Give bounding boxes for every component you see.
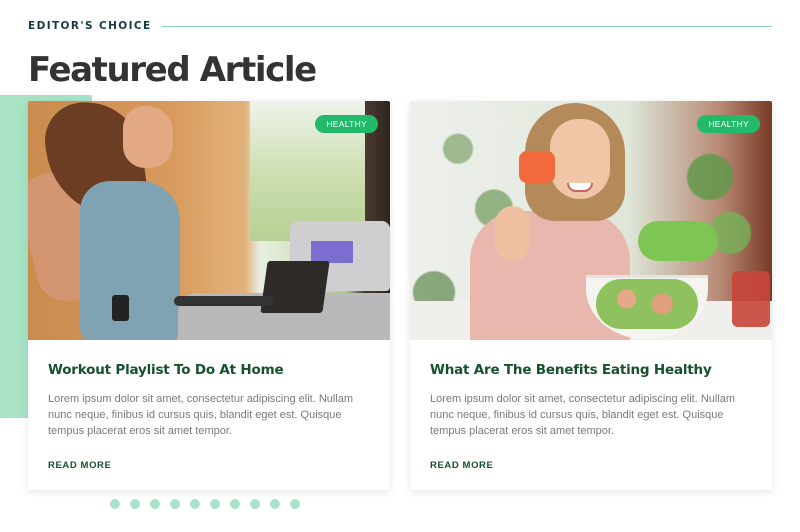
article-image[interactable]: HEALTHY [410,101,772,340]
carousel-dot[interactable] [170,499,180,509]
category-badge[interactable]: HEALTHY [697,115,760,133]
carousel-dot[interactable] [290,499,300,509]
article-image[interactable]: HEALTHY [28,101,390,340]
carousel-dot[interactable] [110,499,120,509]
article-card: HEALTHY What Are The Benefits Eating Hea… [410,101,772,490]
article-body: Workout Playlist To Do At Home Lorem ips… [28,340,390,473]
carousel-dot[interactable] [210,499,220,509]
article-title[interactable]: What Are The Benefits Eating Healthy [430,362,752,378]
carousel-dot[interactable] [190,499,200,509]
article-body: What Are The Benefits Eating Healthy Lor… [410,340,772,473]
article-excerpt: Lorem ipsum dolor sit amet, consectetur … [430,393,736,437]
page-title: Featured Article [28,50,317,90]
article-title[interactable]: Workout Playlist To Do At Home [48,362,370,378]
carousel-dot[interactable] [130,499,140,509]
read-more-link[interactable]: READ MORE [48,460,111,471]
carousel-dot[interactable] [270,499,280,509]
eyebrow-divider [161,25,772,27]
carousel-dot[interactable] [250,499,260,509]
article-excerpt: Lorem ipsum dolor sit amet, consectetur … [48,393,354,437]
section-eyebrow-row: EDITOR'S CHOICE [28,18,772,34]
carousel-pagination [110,499,300,509]
article-card: HEALTHY Workout Playlist To Do At Home L… [28,101,390,490]
carousel-dot[interactable] [150,499,160,509]
read-more-link[interactable]: READ MORE [430,460,493,471]
carousel-dot[interactable] [230,499,240,509]
category-badge[interactable]: HEALTHY [315,115,378,133]
section-eyebrow: EDITOR'S CHOICE [28,20,152,32]
